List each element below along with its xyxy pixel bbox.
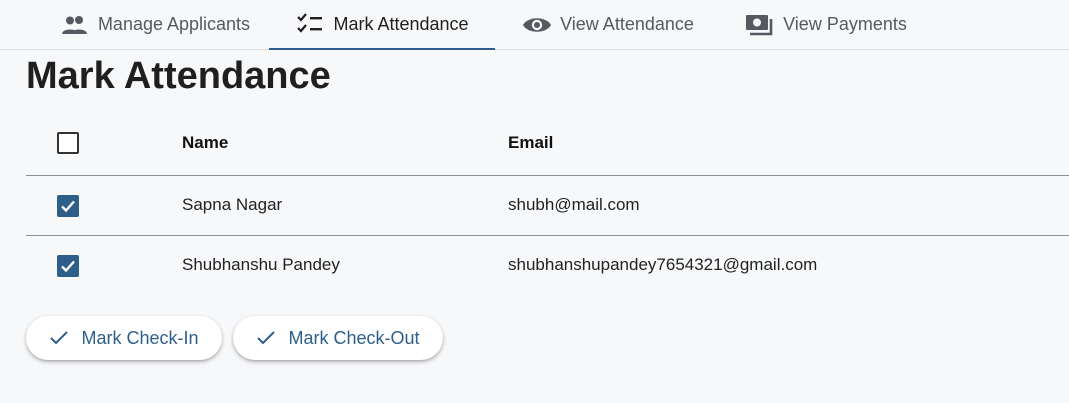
check-icon xyxy=(256,330,276,346)
people-icon xyxy=(60,13,90,37)
tab-manage-applicants[interactable]: Manage Applicants xyxy=(40,0,270,49)
tab-label: View Attendance xyxy=(560,14,694,34)
tab-bar: Manage Applicants Mark Attendance View A… xyxy=(0,0,1069,50)
mark-check-in-button[interactable]: Mark Check-In xyxy=(26,316,222,360)
table-row[interactable]: Shubhanshu Pandey shubhanshupandey765432… xyxy=(26,236,1069,296)
page-title: Mark Attendance xyxy=(26,55,331,97)
table-header-row: Name Email xyxy=(26,112,1069,176)
eye-icon xyxy=(522,13,552,37)
cell-email: shubh@mail.com xyxy=(508,195,640,214)
checkmark-icon xyxy=(61,200,75,213)
check-icon xyxy=(49,330,69,346)
attendance-table: Name Email Sapna Nagar shubh@mail.com Sh… xyxy=(26,112,1069,296)
button-label: Mark Check-In xyxy=(81,327,199,348)
column-header-email[interactable]: Email xyxy=(508,133,553,153)
button-label: Mark Check-Out xyxy=(288,327,420,348)
payments-icon xyxy=(745,13,775,37)
mark-check-out-button[interactable]: Mark Check-Out xyxy=(233,316,443,360)
tab-view-payments[interactable]: View Payments xyxy=(730,0,922,49)
checkmark-icon xyxy=(61,260,75,273)
tab-label: View Payments xyxy=(783,14,907,34)
row-checkbox[interactable] xyxy=(57,195,79,217)
table-row[interactable]: Sapna Nagar shubh@mail.com xyxy=(26,176,1069,236)
cell-email: shubhanshupandey7654321@gmail.com xyxy=(508,255,818,274)
tab-label: Manage Applicants xyxy=(97,14,251,34)
tab-label: Mark Attendance xyxy=(333,13,469,34)
tab-view-attendance[interactable]: View Attendance xyxy=(508,0,708,49)
column-header-name[interactable]: Name xyxy=(182,133,228,153)
cell-name: Sapna Nagar xyxy=(182,195,283,214)
checklist-icon xyxy=(295,12,325,36)
tab-mark-attendance[interactable]: Mark Attendance xyxy=(269,0,495,50)
cell-name: Shubhanshu Pandey xyxy=(182,255,340,274)
row-checkbox[interactable] xyxy=(57,255,79,277)
select-all-checkbox[interactable] xyxy=(57,132,79,154)
